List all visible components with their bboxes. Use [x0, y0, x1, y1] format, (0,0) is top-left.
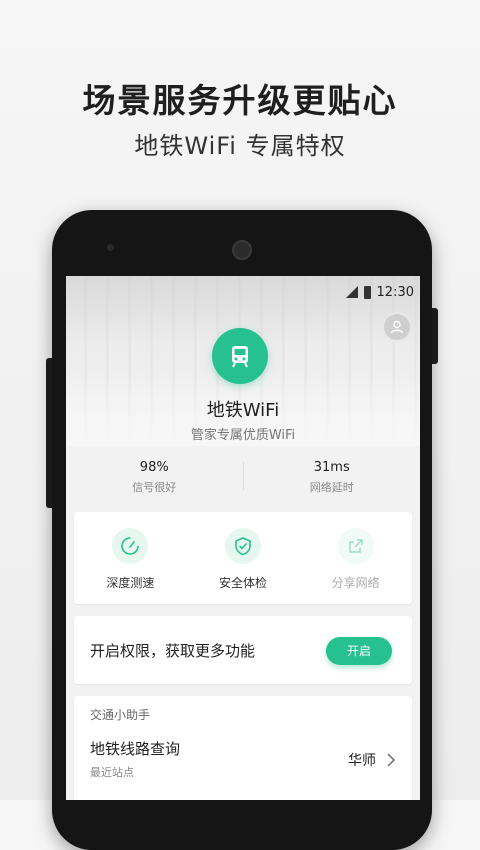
status-time: 12:30 [376, 284, 414, 300]
tool-label: 深度测速 [106, 576, 155, 590]
tool-label: 分享网络 [331, 576, 380, 590]
stat-label: 信号很好 [132, 481, 177, 494]
battery-icon [363, 285, 371, 299]
helper-item-title: 地铁线路查询 [90, 740, 181, 758]
user-icon [390, 320, 404, 334]
helper-item-subtitle: 最近站点 [90, 766, 134, 779]
promo-subline: 地铁WiFi 专属特权 [134, 132, 346, 160]
side-button-right [432, 308, 438, 364]
stat-label: 网络延时 [309, 481, 354, 494]
front-camera [232, 240, 252, 260]
share-icon [337, 528, 374, 564]
stat-signal: 98% 信号很好 [66, 452, 243, 500]
stats-row: 98% 信号很好 31ms 网络延时 [66, 452, 420, 500]
speedometer-icon [112, 528, 149, 564]
permission-card: 开启权限，获取更多功能 开启 [74, 616, 412, 684]
hero-subtitle: 管家专属优质WiFi [190, 428, 296, 443]
permission-text: 开启权限，获取更多功能 [90, 642, 256, 660]
hero-title: 地铁WiFi [206, 400, 280, 421]
traffic-helper-card: 交通小助手 地铁线路查询 最近站点 华师 [74, 696, 412, 800]
enable-button[interactable]: 开启 [326, 637, 392, 665]
phone-screen: 12:30 地铁WiFi 管家专属优质WiFi 98% 信号很好 31ms 网络… [66, 276, 420, 800]
tool-security-check[interactable]: 安全体检 [187, 512, 300, 604]
avatar[interactable] [382, 312, 412, 342]
stat-latency: 31ms 网络延时 [244, 452, 421, 500]
signal-icon [345, 286, 358, 298]
shield-check-icon [225, 528, 261, 564]
promo-headline: 场景服务升级更贴心 [82, 81, 398, 120]
stat-value: 98% [139, 460, 169, 475]
metro-logo [212, 328, 268, 384]
helper-item-value: 华师 [348, 753, 376, 769]
train-icon [232, 346, 248, 368]
status-bar: 12:30 [345, 282, 414, 302]
chevron-right-icon [387, 753, 396, 767]
stat-value: 31ms [313, 460, 350, 475]
tools-card: 深度测速 安全体检 分享网络 [74, 512, 412, 604]
side-button-left [46, 358, 52, 508]
helper-title: 交通小助手 [90, 708, 151, 722]
tool-share-network[interactable]: 分享网络 [299, 512, 412, 604]
front-sensor [107, 244, 114, 251]
tool-speed-test[interactable]: 深度测速 [74, 512, 187, 604]
tool-label: 安全体检 [219, 576, 268, 590]
